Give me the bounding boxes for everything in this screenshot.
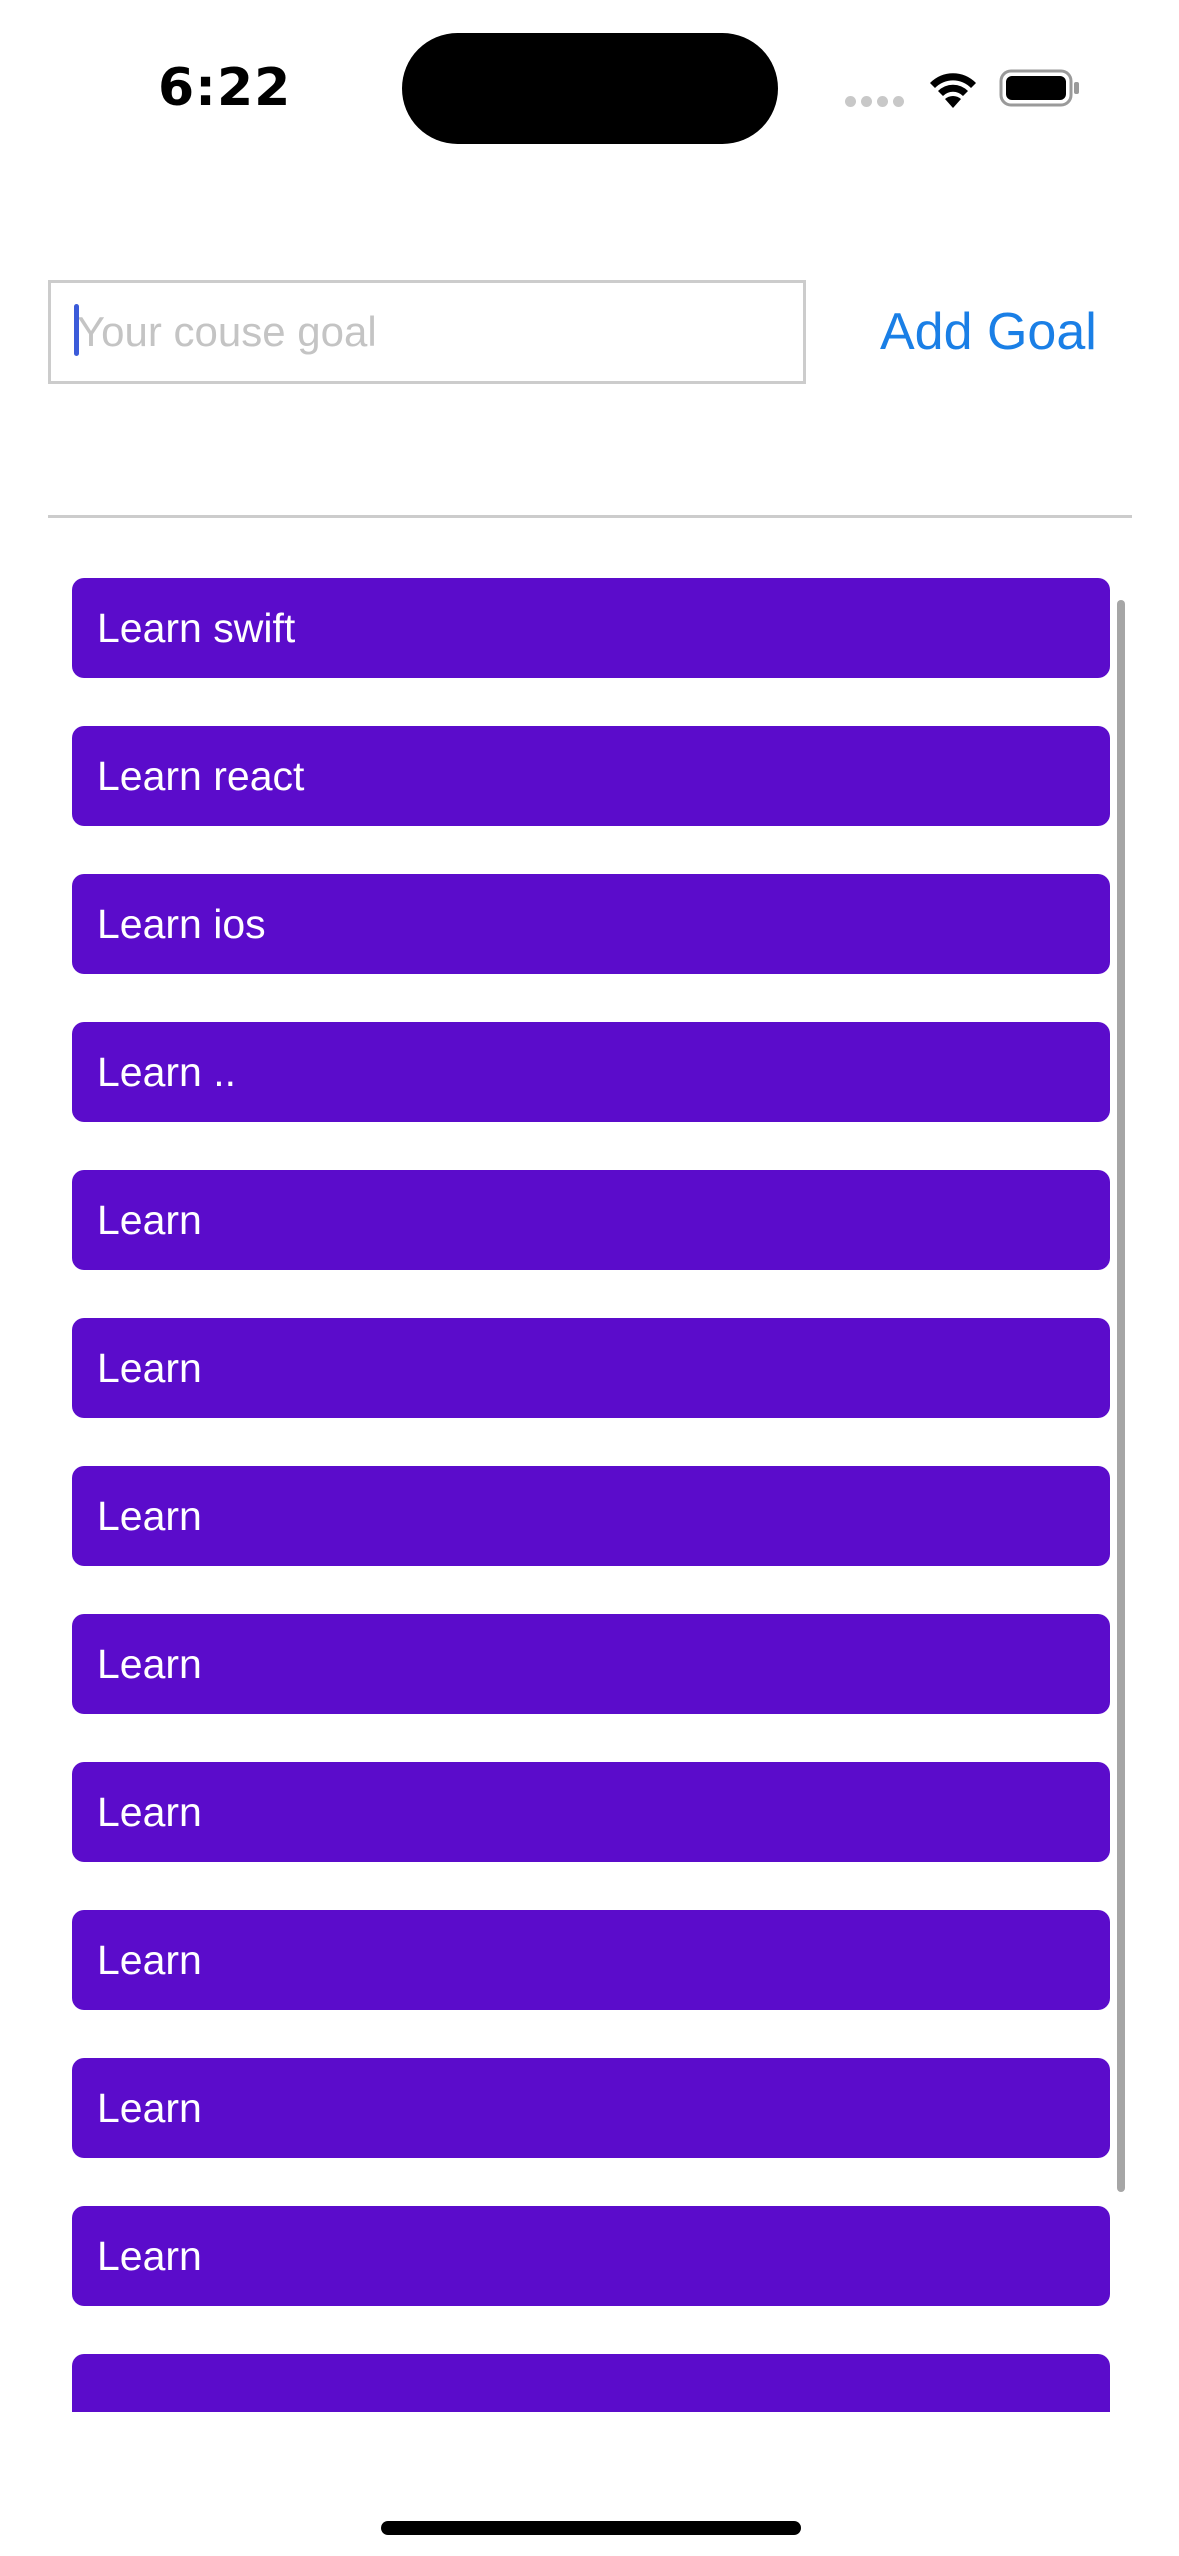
- dynamic-island: [402, 33, 778, 144]
- scroll-indicator[interactable]: [1117, 600, 1125, 2192]
- goal-text: Learn ios: [97, 900, 266, 947]
- goal-item[interactable]: Learn swift: [72, 578, 1110, 678]
- goal-text: Learn: [97, 1196, 202, 1243]
- goal-text: Learn: [97, 1344, 202, 1391]
- status-time: 6:22: [158, 58, 292, 118]
- goal-text: Learn ..: [97, 1048, 237, 1095]
- cellular-signal-icon: [845, 96, 905, 108]
- divider: [48, 515, 1132, 518]
- goal-text: Learn: [97, 2232, 202, 2279]
- goal-text: Learn: [97, 1788, 202, 1835]
- goal-text: Learn react: [97, 752, 305, 799]
- goal-item[interactable]: Learn: [72, 2058, 1110, 2158]
- goal-item[interactable]: Learn ios: [72, 874, 1110, 974]
- goal-item[interactable]: Learn: [72, 2206, 1110, 2306]
- goal-item[interactable]: Learn ..: [72, 1022, 1110, 1122]
- goal-text: Learn: [97, 1640, 202, 1687]
- battery-icon: [999, 69, 1079, 107]
- goal-text: Learn: [97, 1492, 202, 1539]
- goal-text: Learn swift: [97, 604, 296, 651]
- wifi-icon: [930, 73, 976, 108]
- goal-input[interactable]: [48, 280, 806, 384]
- goal-text: Learn: [97, 1936, 202, 1983]
- home-indicator[interactable]: [381, 2521, 801, 2535]
- goal-item[interactable]: Learn: [72, 1614, 1110, 1714]
- goal-item[interactable]: Learn: [72, 1318, 1110, 1418]
- goal-text: Learn: [97, 2084, 202, 2131]
- goal-item[interactable]: Learn: [72, 1910, 1110, 2010]
- text-cursor: [74, 304, 79, 356]
- add-goal-button[interactable]: Add Goal: [880, 300, 1097, 364]
- goal-item[interactable]: Learn: [72, 1466, 1110, 1566]
- goal-item[interactable]: [72, 2354, 1110, 2412]
- goal-item[interactable]: Learn react: [72, 726, 1110, 826]
- goal-item[interactable]: Learn: [72, 1762, 1110, 1862]
- goals-list[interactable]: Learn swift Learn react Learn ios Learn …: [72, 578, 1112, 2412]
- goal-item[interactable]: Learn: [72, 1170, 1110, 1270]
